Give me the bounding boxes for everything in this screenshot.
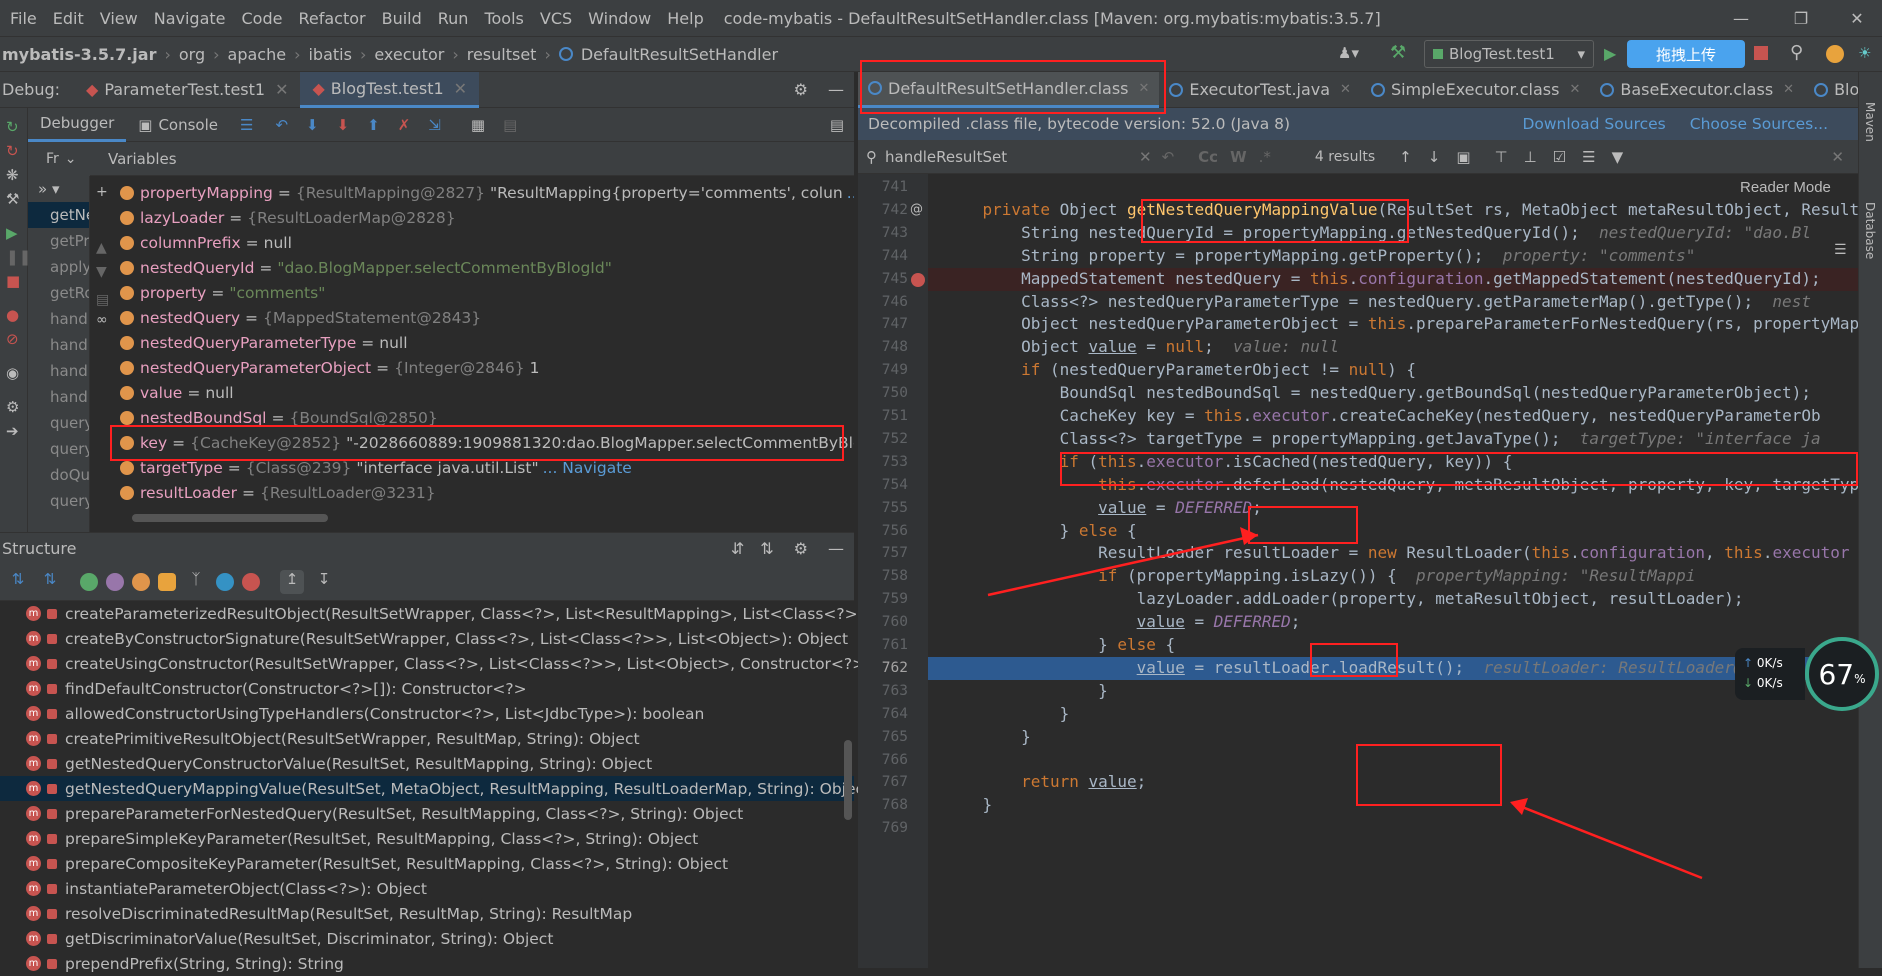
arrow-head-loadresult bbox=[1510, 798, 1528, 815]
gauge-percent: 67 bbox=[1818, 657, 1855, 691]
upload-speed: 0K/s bbox=[1756, 656, 1783, 670]
network-speed-widget: ↑ 0K/s ↓ 0K/s bbox=[1735, 648, 1805, 700]
arrow-loadresult bbox=[1511, 801, 1703, 880]
performance-gauge[interactable]: 67% bbox=[1805, 637, 1879, 711]
download-arrow-icon: ↓ bbox=[1743, 676, 1754, 690]
arrow-head-iscached bbox=[1240, 527, 1258, 545]
annotation-arrows bbox=[987, 527, 1703, 880]
upload-arrow-icon: ↑ bbox=[1743, 656, 1754, 670]
gauge-percent-sign: % bbox=[1854, 672, 1866, 686]
arrow-iscached bbox=[987, 533, 1259, 597]
download-speed: 0K/s bbox=[1756, 676, 1783, 690]
